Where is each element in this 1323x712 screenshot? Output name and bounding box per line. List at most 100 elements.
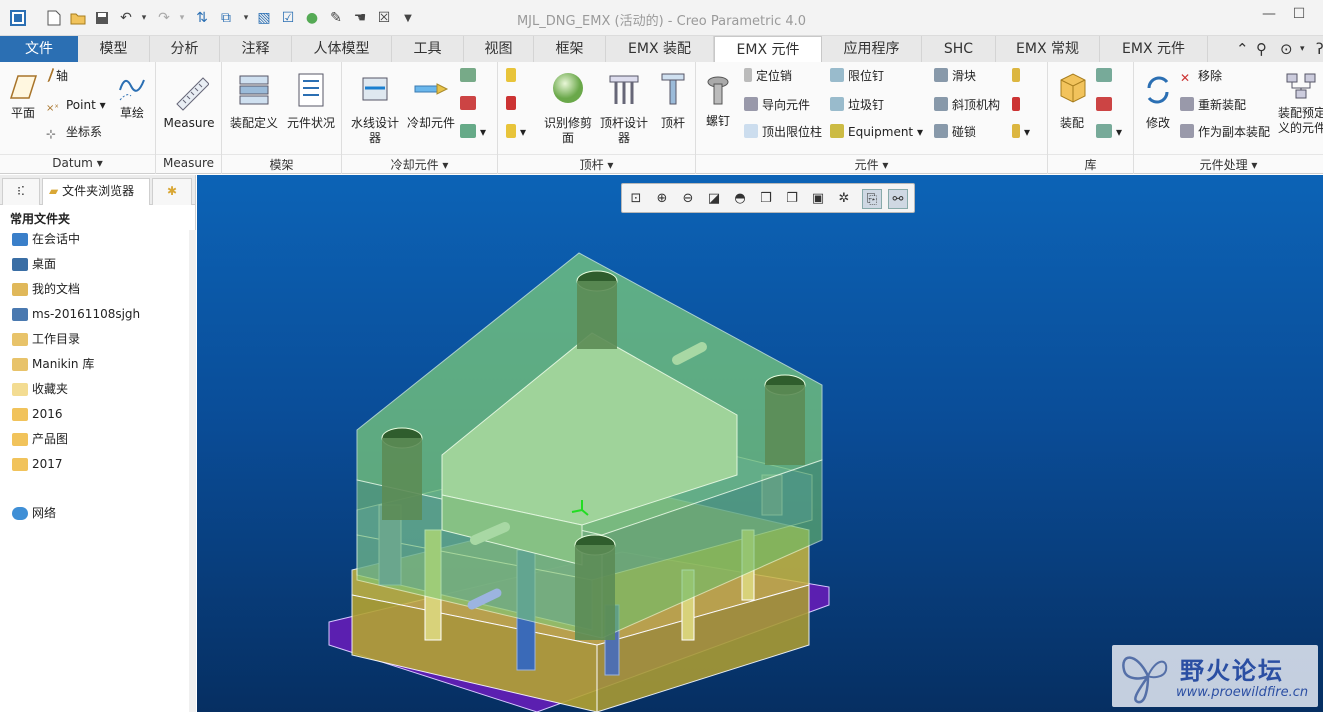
minimize-ribbon-icon[interactable]: ⌃: [1236, 40, 1249, 58]
assemble-button[interactable]: 装配: [1054, 66, 1090, 131]
folder-2016[interactable]: 2016: [0, 402, 195, 427]
perspective-icon[interactable]: ▣: [808, 189, 828, 209]
ejector-tool-3-icon[interactable]: ▾: [506, 122, 526, 142]
coordinate-system-button[interactable]: ⊹ 坐标系: [46, 122, 102, 142]
tab-tools[interactable]: 工具: [392, 36, 464, 62]
lifter-icon: [934, 97, 948, 111]
tab-view[interactable]: 视图: [464, 36, 534, 62]
folder-computer[interactable]: ms-20161108sjgh: [0, 302, 195, 327]
library-tool-2-icon[interactable]: [1096, 95, 1116, 115]
ejector-pin-designer-button[interactable]: 顶杆设计器: [596, 66, 652, 146]
latch-lock-button[interactable]: 碰锁: [934, 122, 976, 142]
library-tool-1-icon[interactable]: [1096, 66, 1116, 86]
zoom-out-icon[interactable]: ⊖: [678, 189, 698, 209]
ejector-stop-button[interactable]: 顶出限位柱: [744, 122, 822, 142]
view-manager-icon[interactable]: ❐: [782, 189, 802, 209]
slider-button[interactable]: 滑块: [934, 66, 976, 86]
reassemble-button[interactable]: 重新装配: [1180, 95, 1246, 115]
navigator-scrollbar[interactable]: [189, 230, 196, 712]
sketch-button[interactable]: 草绘: [112, 66, 152, 121]
help-dropdown-icon[interactable]: ▾: [1300, 44, 1305, 54]
maximize-button[interactable]: ☐: [1284, 6, 1314, 28]
group-label-components[interactable]: 元件 ▾: [696, 154, 1047, 172]
trash-pin-button[interactable]: 垃圾钉: [830, 95, 884, 115]
library-tool-3-icon[interactable]: ▾: [1096, 122, 1122, 142]
datum-display-icon[interactable]: ✲: [834, 189, 854, 209]
more-icon[interactable]: ʔ: [1316, 40, 1323, 58]
cooling-component-button[interactable]: 冷却元件: [404, 66, 458, 131]
tab-annotate[interactable]: 注释: [220, 36, 292, 62]
tab-emx-component[interactable]: EMX 元件: [714, 36, 822, 63]
help-icon[interactable]: ⊙: [1280, 40, 1293, 58]
folder-desktop[interactable]: 桌面: [0, 252, 195, 277]
components-tool-3-icon[interactable]: ▾: [1012, 122, 1030, 142]
documents-icon: [12, 283, 28, 296]
folder-working-directory[interactable]: 工作目录: [0, 327, 195, 352]
tab-emx-general[interactable]: EMX 常规: [996, 36, 1100, 62]
ejector-tool-2-icon[interactable]: [506, 94, 520, 114]
tab-model[interactable]: 模型: [78, 36, 150, 62]
cooling-tool-3-icon[interactable]: ▾: [460, 122, 486, 142]
graphics-window[interactable]: [197, 175, 1323, 712]
annotation-display-icon[interactable]: ⎘: [862, 189, 882, 209]
ejector-tool-1-icon[interactable]: [506, 66, 520, 86]
tab-framework[interactable]: 框架: [534, 36, 606, 62]
folder-my-documents[interactable]: 我的文档: [0, 277, 195, 302]
axis-button[interactable]: 轴: [43, 66, 68, 86]
group-label-ejector[interactable]: 顶杆 ▾: [498, 154, 695, 172]
components-tool-2-icon[interactable]: [1012, 95, 1024, 115]
repaint-icon[interactable]: ◪: [704, 189, 724, 209]
search-icon[interactable]: ⚲: [1256, 40, 1267, 58]
locating-pin-button[interactable]: 定位销: [744, 66, 792, 86]
component-status-button[interactable]: 元件状况: [284, 66, 338, 131]
equipment-button[interactable]: Equipment ▾: [830, 122, 923, 142]
screw-button[interactable]: 螺钉: [700, 72, 736, 129]
saved-orientations-icon[interactable]: ❒: [756, 189, 776, 209]
group-label-cooling[interactable]: 冷却元件 ▾: [342, 154, 497, 172]
favorites-tab[interactable]: ✱: [152, 178, 192, 205]
group-label-datum[interactable]: Datum ▾: [0, 154, 155, 170]
tab-emx-assembly[interactable]: EMX 装配: [606, 36, 714, 62]
folder-network[interactable]: 网络: [0, 501, 195, 526]
assemble-as-copy-button[interactable]: 作为副本装配: [1180, 122, 1270, 142]
tab-applications[interactable]: 应用程序: [822, 36, 922, 62]
folder-manikin-library[interactable]: Manikin 库: [0, 352, 195, 377]
tab-analysis[interactable]: 分析: [150, 36, 220, 62]
tab-shc[interactable]: SHC: [922, 36, 996, 62]
plane-button[interactable]: 平面: [4, 66, 42, 121]
remove-button[interactable]: ✕ 移除: [1180, 66, 1222, 86]
zoom-in-icon[interactable]: ⊕: [652, 189, 672, 209]
components-tool-1-icon[interactable]: [1012, 66, 1024, 86]
tab-manikin[interactable]: 人体模型: [292, 36, 392, 62]
cooling-tool-2-icon[interactable]: [460, 94, 480, 114]
point-button[interactable]: ×ˣ Point ▾: [46, 95, 106, 115]
measure-button[interactable]: Measure: [160, 66, 218, 131]
cooling-tool-1-icon[interactable]: [460, 66, 480, 86]
modify-button[interactable]: 修改: [1138, 66, 1178, 131]
folder-browser-tab[interactable]: ▰ 文件夹浏览器: [42, 178, 150, 205]
assembly-definition-button[interactable]: 装配定义: [226, 66, 282, 131]
coordinate-system-icon: ⊹: [46, 127, 57, 141]
tab-emx-component-2[interactable]: EMX 元件: [1100, 36, 1208, 62]
group-label-component-processing[interactable]: 元件处理 ▾: [1134, 154, 1323, 172]
folder-in-session[interactable]: 在会话中: [0, 227, 195, 252]
refit-icon[interactable]: ⊡: [626, 189, 646, 209]
assemble-predefined-button[interactable]: 装配预定 义的元件: [1278, 66, 1323, 136]
stop-pin-button[interactable]: 限位钉: [830, 66, 884, 86]
waterline-designer-button[interactable]: 水线设计器: [346, 66, 404, 146]
identify-trim-surface-button[interactable]: 识别修剪面: [542, 66, 594, 146]
model-tree-tab[interactable]: ⁝⁚: [2, 178, 40, 205]
tab-file[interactable]: 文件: [0, 36, 78, 62]
lifter-button[interactable]: 斜顶机构: [934, 95, 1000, 115]
display-style-icon[interactable]: ◓: [730, 189, 750, 209]
spin-center-icon[interactable]: ⚯: [888, 189, 908, 209]
minimize-button[interactable]: —: [1254, 6, 1284, 28]
folder-favorites[interactable]: 收藏夹: [0, 377, 195, 402]
mold-assembly-model[interactable]: [197, 175, 1323, 712]
folder-product-drawings[interactable]: 产品图: [0, 427, 195, 452]
ejector-pin-button[interactable]: 顶杆: [654, 66, 692, 131]
folder-2017[interactable]: 2017: [0, 452, 195, 477]
guide-component-button[interactable]: 导向元件: [744, 95, 810, 115]
group-label-moldbase: 模架: [222, 154, 341, 172]
